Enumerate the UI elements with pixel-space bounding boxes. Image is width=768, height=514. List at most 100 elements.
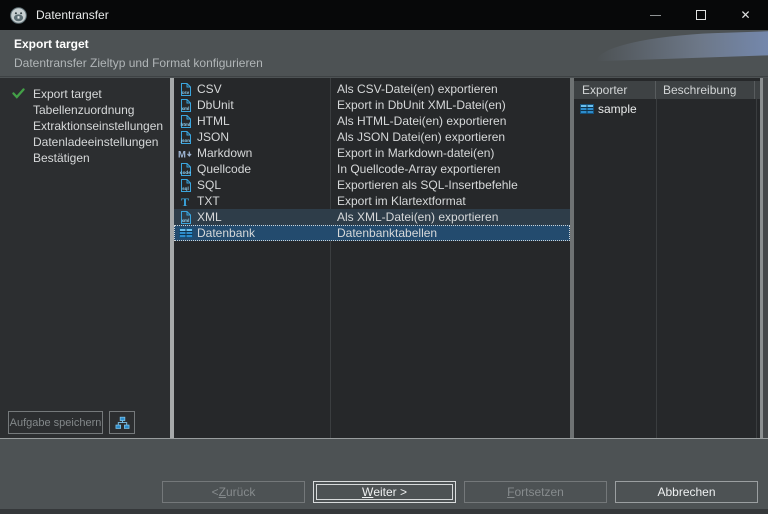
- database-table-icon: [178, 227, 193, 239]
- format-name: TXT: [197, 194, 220, 208]
- format-row[interactable]: M Markdown Export in Markdown-datei(en): [174, 145, 570, 161]
- wizard-steps: Export target Tabellenzuordnung Extraktion…: [0, 78, 170, 166]
- format-name: HTML: [197, 114, 230, 128]
- format-row[interactable]: sql SQL Exportieren als SQL-Insertbefehle: [174, 177, 570, 193]
- format-name: Markdown: [197, 146, 253, 160]
- svg-text:code: code: [180, 170, 191, 175]
- wizard-step[interactable]: Export target: [0, 86, 170, 102]
- format-row[interactable]: T TXT Export im Klartextformat: [174, 193, 570, 209]
- column-header-exporter[interactable]: Exporter: [574, 81, 656, 99]
- banner-swoosh: [595, 30, 768, 62]
- page-subtitle: Datentransfer Zieltyp und Format konfigu…: [14, 56, 263, 70]
- svg-text:html: html: [181, 122, 191, 127]
- code-file-icon: code: [178, 162, 193, 176]
- svg-text:xml: xml: [181, 218, 189, 223]
- page-title: Export target: [14, 37, 89, 51]
- format-row[interactable]: json JSON Als JSON Datei(en) exportieren: [174, 129, 570, 145]
- back-button[interactable]: < Zurück: [162, 481, 305, 503]
- format-name: SQL: [197, 178, 222, 192]
- maximize-icon: [695, 10, 706, 20]
- exporter-table-header: Exporter Beschreibung: [574, 81, 760, 99]
- wizard-step-label: Export target: [33, 87, 102, 101]
- format-list: csv CSV Als CSV-Datei(en) exportieren xml Db…: [174, 78, 570, 438]
- wizard-header: Export target Datentransfer Zieltyp und …: [0, 30, 768, 77]
- format-description: Datenbanktabellen: [337, 226, 438, 240]
- maximize-button[interactable]: [678, 0, 723, 30]
- window-bottom-edge: [0, 509, 768, 514]
- check-icon: [12, 88, 25, 99]
- format-name: Quellcode: [197, 162, 252, 176]
- sql-file-icon: sql: [178, 178, 193, 192]
- format-row[interactable]: xml XML Als XML-Datei(en) exportieren: [174, 209, 570, 225]
- format-description: Export im Klartextformat: [337, 194, 466, 208]
- exporter-name: sample: [598, 102, 637, 116]
- footer-buttons: < Zurück Weiter > Fortsetzen Abbrechen: [162, 481, 758, 503]
- format-row[interactable]: Datenbank Datenbanktabellen: [174, 225, 570, 241]
- wizard-step[interactable]: Extraktionseinstellungen: [0, 118, 170, 134]
- svg-text:csv: csv: [182, 90, 190, 95]
- task-tree-button[interactable]: [109, 411, 135, 434]
- format-rows: csv CSV Als CSV-Datei(en) exportieren xml Db…: [174, 78, 570, 241]
- format-name: CSV: [197, 82, 222, 96]
- save-task-button[interactable]: Aufgabe speichern: [8, 411, 103, 434]
- format-description: Export in Markdown-datei(en): [337, 146, 495, 160]
- wizard-step-label: Extraktionseinstellungen: [33, 119, 164, 133]
- svg-text:T: T: [181, 195, 189, 208]
- json-file-icon: json: [178, 130, 193, 144]
- next-button[interactable]: Weiter >: [313, 481, 456, 503]
- format-description: Als JSON Datei(en) exportieren: [337, 130, 506, 144]
- close-icon: ✕: [740, 8, 751, 22]
- format-description: Als HTML-Datei(en) exportieren: [337, 114, 507, 128]
- minimize-button[interactable]: [633, 0, 678, 30]
- format-row[interactable]: html HTML Als HTML-Datei(en) exportieren: [174, 113, 570, 129]
- wizard-sidebar: Export target Tabellenzuordnung Extraktion…: [0, 78, 170, 438]
- wizard-step[interactable]: Datenladeeinstellungen: [0, 134, 170, 150]
- xml-file-icon: xml: [178, 210, 193, 224]
- wizard-step[interactable]: Tabellenzuordnung: [0, 102, 170, 118]
- format-row[interactable]: xml DbUnit Export in DbUnit XML-Datei(en): [174, 97, 570, 113]
- format-name: XML: [197, 210, 222, 224]
- button-label-post: eiter >: [373, 485, 407, 499]
- svg-text:sql: sql: [182, 186, 189, 191]
- table-gridline: [656, 99, 657, 438]
- button-label-post: ortsetzen: [514, 485, 564, 499]
- wizard-step[interactable]: Bestätigen: [0, 150, 170, 166]
- window-controls: ✕: [633, 0, 768, 30]
- format-description: Als CSV-Datei(en) exportieren: [337, 82, 498, 96]
- wizard-step-label: Bestätigen: [33, 151, 90, 165]
- table-gridline: [756, 99, 757, 438]
- format-row[interactable]: code Quellcode In Quellcode-Array exportie…: [174, 161, 570, 177]
- format-description: In Quellcode-Array exportieren: [337, 162, 501, 176]
- footer: < Zurück Weiter > Fortsetzen Abbrechen: [0, 438, 768, 514]
- window-edge: [760, 78, 768, 438]
- column-header-beschreibung[interactable]: Beschreibung: [656, 81, 755, 99]
- proceed-button[interactable]: Fortsetzen: [464, 481, 607, 503]
- button-label-accel: W: [361, 485, 374, 499]
- wizard-step-label: Tabellenzuordnung: [33, 103, 135, 117]
- button-label-accel: F: [507, 485, 515, 499]
- format-name: JSON: [197, 130, 230, 144]
- window-title: Datentransfer: [36, 8, 109, 22]
- task-tree-icon: [115, 416, 130, 430]
- dbeaver-logo-icon: [10, 6, 27, 24]
- format-row[interactable]: csv CSV Als CSV-Datei(en) exportieren: [174, 81, 570, 97]
- cancel-button[interactable]: Abbrechen: [615, 481, 758, 503]
- txt-icon: T: [178, 195, 193, 208]
- exporter-row[interactable]: sample: [574, 101, 760, 117]
- close-button[interactable]: ✕: [723, 0, 768, 30]
- datatransfer-dialog: Datentransfer ✕ Export target Datentrans…: [0, 0, 768, 514]
- button-label-pre: <: [211, 485, 219, 499]
- format-description: Exportieren als SQL-Insertbefehle: [337, 178, 518, 192]
- format-name: Datenbank: [197, 226, 256, 240]
- svg-text:M: M: [178, 149, 186, 160]
- minimize-icon: [650, 14, 661, 16]
- database-table-icon: [579, 103, 594, 115]
- format-description: Als XML-Datei(en) exportieren: [337, 210, 499, 224]
- csv-file-icon: csv: [178, 82, 193, 96]
- svg-text:xml: xml: [181, 106, 189, 111]
- markdown-icon: M: [178, 147, 193, 160]
- wizard-step-label: Datenladeeinstellungen: [33, 135, 159, 149]
- button-label-post: Abbrechen: [657, 485, 716, 499]
- titlebar[interactable]: Datentransfer ✕: [0, 0, 768, 30]
- xml-file-icon: xml: [178, 98, 193, 112]
